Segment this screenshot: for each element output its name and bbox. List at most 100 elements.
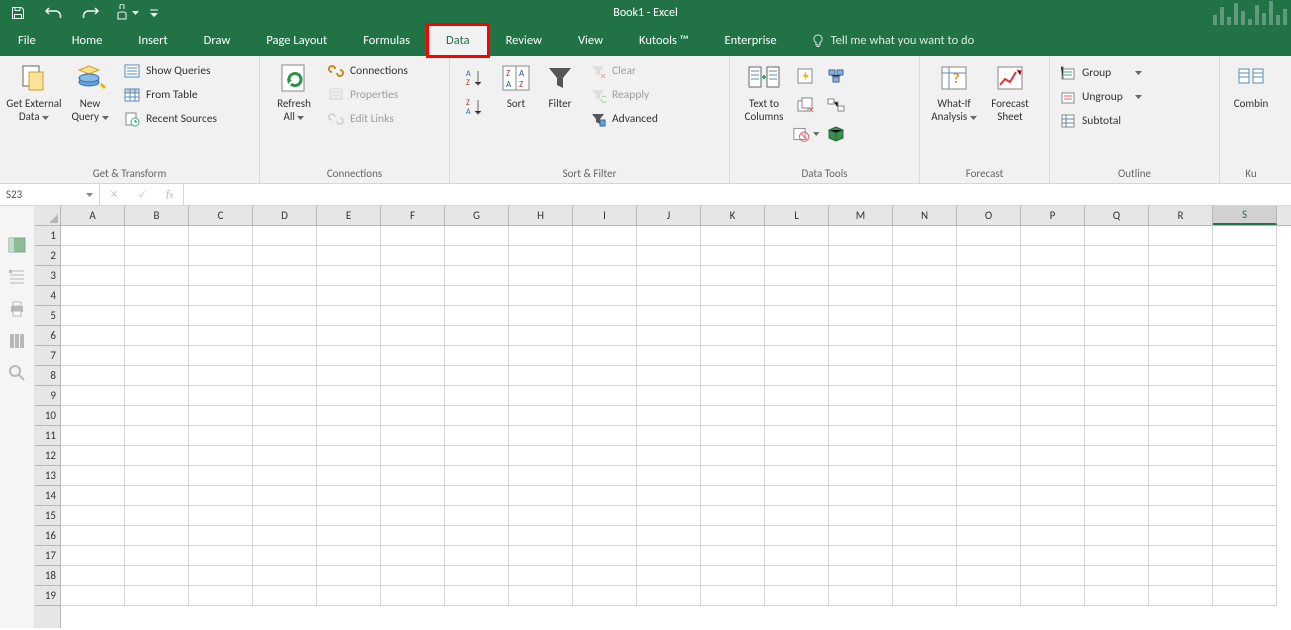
cell[interactable] (637, 386, 701, 406)
cell[interactable] (253, 226, 317, 246)
cell[interactable] (1213, 406, 1277, 426)
cell[interactable] (317, 246, 381, 266)
cell[interactable] (765, 386, 829, 406)
cell[interactable] (381, 386, 445, 406)
cell[interactable] (1213, 246, 1277, 266)
cell[interactable] (893, 286, 957, 306)
cell[interactable] (253, 366, 317, 386)
cell[interactable] (61, 366, 125, 386)
cell[interactable] (829, 486, 893, 506)
cell[interactable] (1085, 566, 1149, 586)
row-header[interactable]: 5 (35, 306, 60, 326)
cell[interactable] (317, 366, 381, 386)
cell[interactable] (701, 566, 765, 586)
cell[interactable] (893, 346, 957, 366)
cell[interactable] (573, 326, 637, 346)
show-queries-button[interactable]: Show Queries (120, 59, 221, 83)
from-table-button[interactable]: From Table (120, 83, 221, 107)
find-icon[interactable] (8, 364, 26, 382)
cell[interactable] (445, 266, 509, 286)
recent-sources-button[interactable]: Recent Sources (120, 107, 221, 131)
spreadsheet-grid[interactable]: ABCDEFGHIJKLMNOPQRS 12345678910111213141… (35, 206, 1291, 628)
cell[interactable] (1149, 326, 1213, 346)
cell[interactable] (253, 486, 317, 506)
cell[interactable] (957, 486, 1021, 506)
row-header[interactable]: 16 (35, 526, 60, 546)
cell[interactable] (509, 446, 573, 466)
cell[interactable] (1085, 386, 1149, 406)
cell[interactable] (1213, 366, 1277, 386)
cell[interactable] (445, 286, 509, 306)
cell[interactable] (637, 366, 701, 386)
column-header[interactable]: N (893, 206, 957, 225)
cell[interactable] (701, 406, 765, 426)
cell[interactable] (765, 286, 829, 306)
cell[interactable] (1021, 546, 1085, 566)
cell[interactable] (445, 246, 509, 266)
cell[interactable] (701, 526, 765, 546)
cell[interactable] (253, 266, 317, 286)
cell[interactable] (445, 306, 509, 326)
cell[interactable] (637, 226, 701, 246)
cell[interactable] (445, 346, 509, 366)
cell[interactable] (1085, 346, 1149, 366)
cell[interactable] (509, 486, 573, 506)
cell[interactable] (1021, 406, 1085, 426)
cell[interactable] (1021, 366, 1085, 386)
cell[interactable] (125, 526, 189, 546)
column-header[interactable]: O (957, 206, 1021, 225)
cell[interactable] (1149, 286, 1213, 306)
cell[interactable] (1149, 586, 1213, 606)
cell[interactable] (381, 406, 445, 426)
bookmarks-icon[interactable] (8, 268, 26, 286)
cell[interactable] (765, 246, 829, 266)
cell[interactable] (317, 426, 381, 446)
cell[interactable] (573, 306, 637, 326)
cell[interactable] (125, 226, 189, 246)
cell[interactable] (61, 506, 125, 526)
cell[interactable] (317, 446, 381, 466)
nav-pane-icon[interactable] (8, 236, 26, 254)
cell[interactable] (189, 326, 253, 346)
cell[interactable] (1085, 466, 1149, 486)
cell[interactable] (1021, 386, 1085, 406)
cell[interactable] (765, 326, 829, 346)
cell[interactable] (637, 446, 701, 466)
cell[interactable] (381, 426, 445, 446)
cell[interactable] (957, 286, 1021, 306)
cell[interactable] (253, 326, 317, 346)
cell[interactable] (1085, 526, 1149, 546)
cell[interactable] (189, 246, 253, 266)
cell[interactable] (701, 486, 765, 506)
cell[interactable] (573, 506, 637, 526)
cell[interactable] (125, 486, 189, 506)
cell[interactable] (957, 346, 1021, 366)
cell[interactable] (765, 446, 829, 466)
column-header[interactable]: G (445, 206, 509, 225)
cell[interactable] (701, 286, 765, 306)
cell[interactable] (1149, 246, 1213, 266)
cell[interactable] (701, 586, 765, 606)
cell[interactable] (1021, 226, 1085, 246)
cell[interactable] (381, 506, 445, 526)
cell[interactable] (1021, 586, 1085, 606)
cell[interactable] (1149, 566, 1213, 586)
cell[interactable] (61, 246, 125, 266)
row-header[interactable]: 13 (35, 466, 60, 486)
cell[interactable] (189, 366, 253, 386)
cell[interactable] (253, 546, 317, 566)
tab-home[interactable]: Home (54, 25, 121, 56)
cell[interactable] (829, 506, 893, 526)
cell[interactable] (189, 386, 253, 406)
cell[interactable] (1085, 546, 1149, 566)
cell[interactable] (765, 266, 829, 286)
cell[interactable] (445, 586, 509, 606)
cell[interactable] (125, 426, 189, 446)
cell[interactable] (445, 366, 509, 386)
cell[interactable] (1213, 226, 1277, 246)
cell[interactable] (573, 266, 637, 286)
cell[interactable] (573, 466, 637, 486)
cell[interactable] (1021, 486, 1085, 506)
cell[interactable] (509, 546, 573, 566)
cell[interactable] (1213, 286, 1277, 306)
